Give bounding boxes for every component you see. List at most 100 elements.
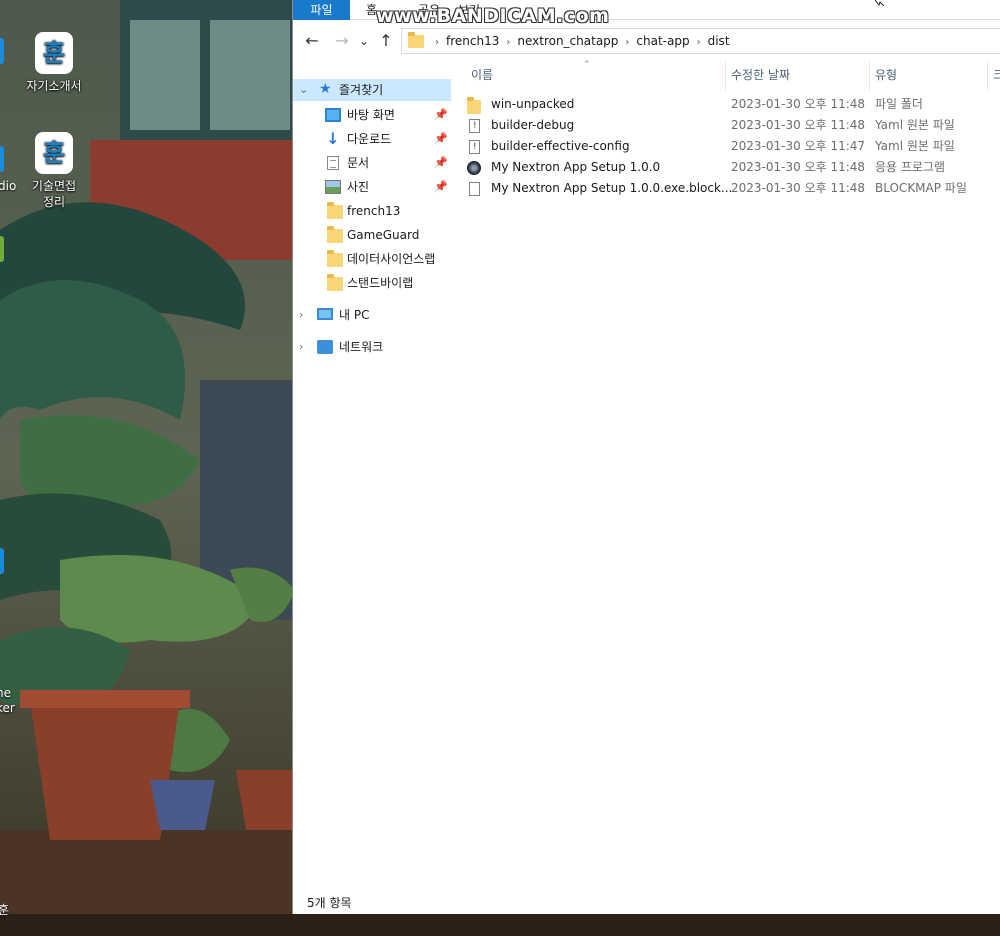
- folder-icon: [327, 274, 343, 291]
- picture-icon: [325, 180, 341, 194]
- nav-item-folder[interactable]: 데이터사이언스랩: [293, 248, 453, 270]
- star-icon: ★: [319, 81, 332, 97]
- blockmap-file-icon: [469, 182, 480, 196]
- status-item-count: 5개 항목: [307, 896, 352, 910]
- nav-item-label: GameGuard: [347, 228, 420, 242]
- desktop-shortcut[interactable]: 훈 자기소개서: [14, 32, 94, 94]
- download-icon: ↓: [326, 129, 340, 148]
- column-header-name[interactable]: 이름: [471, 66, 493, 84]
- folder-icon: [408, 32, 424, 48]
- file-date: 2023-01-30 오후 11:48: [731, 160, 866, 174]
- file-row[interactable]: builder-effective-config 2023-01-30 오후 1…: [463, 136, 1000, 158]
- pin-icon[interactable]: 📌: [434, 152, 448, 174]
- yaml-file-icon: [469, 137, 480, 158]
- breadcrumb: › french13 › nextron_chatapp › chat-app › dist: [428, 29, 730, 53]
- breadcrumb-item[interactable]: chat-app: [636, 34, 689, 48]
- folder-icon: [327, 250, 343, 267]
- nav-item-label: 문서: [347, 156, 370, 170]
- up-arrow-icon[interactable]: ↑: [375, 30, 397, 52]
- yaml-file-icon: [469, 116, 480, 137]
- file-name: win-unpacked: [491, 97, 575, 111]
- desktop-label-fragment: 훈: [0, 903, 10, 917]
- recent-locations-chevron-icon[interactable]: ⌄: [353, 30, 375, 52]
- folder-icon: [327, 226, 343, 243]
- nav-item-label: french13: [347, 204, 401, 218]
- file-type: Yaml 원본 파일: [875, 118, 955, 132]
- chevron-right-icon[interactable]: ›: [299, 304, 303, 326]
- file-type: Yaml 원본 파일: [875, 139, 955, 153]
- desktop-label-fragment: dio: [0, 179, 17, 193]
- file-row[interactable]: My Nextron App Setup 1.0.0 2023-01-30 오후…: [463, 157, 1000, 178]
- navigation-bar: ← → ⌄ ↑ › french13 › nextron_chatapp › chat-a…: [293, 26, 1000, 56]
- file-date: 2023-01-30 오후 11:47: [731, 139, 866, 153]
- nav-item-desktop[interactable]: 바탕 화면 📌: [293, 104, 453, 126]
- chevron-down-icon[interactable]: ⌄: [299, 79, 308, 101]
- network-icon: [317, 340, 333, 354]
- nav-this-pc-label: 내 PC: [339, 308, 370, 322]
- file-type: 응용 프로그램: [875, 160, 946, 174]
- file-name: My Nextron App Setup 1.0.0: [491, 160, 661, 174]
- desktop-icon-fragment: [0, 38, 4, 64]
- tab-file[interactable]: 파일: [293, 0, 350, 20]
- forward-arrow-icon[interactable]: →: [331, 30, 353, 52]
- nav-item-label: 데이터사이언스랩: [347, 252, 436, 266]
- pin-icon[interactable]: 📌: [434, 176, 448, 198]
- document-icon: [327, 156, 339, 170]
- column-divider[interactable]: [869, 62, 870, 90]
- column-divider[interactable]: [987, 62, 988, 90]
- nav-item-label: 사진: [347, 180, 370, 194]
- hangul-document-icon: 훈: [35, 32, 73, 74]
- desktop-shortcut[interactable]: 훈 기술면접 정리: [14, 132, 94, 210]
- desktop-icon: [325, 108, 341, 122]
- nav-item-pictures[interactable]: 사진 📌: [293, 176, 453, 198]
- desktop-shortcut-label: 기술면접 정리: [31, 179, 77, 209]
- nav-item-documents[interactable]: 문서 📌: [293, 152, 453, 174]
- pin-icon[interactable]: 📌: [434, 104, 448, 126]
- breadcrumb-separator[interactable]: ›: [506, 37, 510, 48]
- file-name: builder-effective-config: [491, 139, 630, 153]
- chevron-right-icon[interactable]: ›: [299, 336, 303, 358]
- desktop-icon-fragment: [0, 236, 4, 262]
- pin-icon[interactable]: 📌: [434, 128, 448, 150]
- breadcrumb-separator[interactable]: ›: [697, 37, 701, 48]
- file-date: 2023-01-30 오후 11:48: [731, 181, 866, 195]
- file-row[interactable]: win-unpacked 2023-01-30 오후 11:48 파일 폴더: [463, 94, 1000, 115]
- nav-item-label: 바탕 화면: [347, 108, 395, 122]
- file-name: My Nextron App Setup 1.0.0.exe.block...: [491, 181, 733, 195]
- nav-item-label: 스탠드바이랩: [347, 276, 414, 290]
- column-header-type[interactable]: 유형: [875, 66, 897, 84]
- back-arrow-icon[interactable]: ←: [301, 30, 323, 52]
- file-date: 2023-01-30 오후 11:48: [731, 97, 866, 111]
- desktop-icon-fragment: [0, 146, 4, 172]
- desktop-shortcut-label: 자기소개서: [26, 79, 82, 93]
- sort-ascending-icon: ⌃: [583, 60, 591, 70]
- desktop-label-fragment: ne: [0, 686, 11, 700]
- file-row[interactable]: builder-debug 2023-01-30 오후 11:48 Yaml 원…: [463, 115, 1000, 137]
- column-divider[interactable]: [725, 62, 726, 90]
- column-header-size[interactable]: 크: [993, 66, 1000, 84]
- desktop-label-fragment: ker: [0, 701, 15, 715]
- nav-item-label: 다운로드: [347, 132, 392, 146]
- application-icon: [467, 161, 481, 175]
- recording-watermark: www.BANDICAM.com: [376, 5, 610, 27]
- file-explorer-window: 파일 홈 공유 보기 ← → ⌄ ↑ › french13 › nextron_cha…: [292, 0, 1000, 914]
- file-date: 2023-01-30 오후 11:48: [731, 118, 866, 132]
- breadcrumb-separator: ›: [435, 37, 439, 48]
- desktop-icon-fragment: [0, 548, 4, 574]
- mouse-cursor-icon: [875, 0, 885, 6]
- breadcrumb-item[interactable]: nextron_chatapp: [517, 34, 618, 48]
- nav-quick-access[interactable]: ⌄ ★ 즐겨찾기: [293, 79, 451, 101]
- hangul-document-icon: 훈: [35, 132, 73, 174]
- file-name: builder-debug: [491, 118, 575, 132]
- file-type: BLOCKMAP 파일: [875, 181, 967, 195]
- navigation-pane: ⌄ ★ 즐겨찾기 바탕 화면 📌 ↓ 다운로드 📌 문서 📌 사진 📌 fren…: [293, 72, 453, 882]
- column-header-date[interactable]: 수정한 날짜: [731, 66, 790, 84]
- folder-icon: [467, 97, 481, 114]
- nav-network-label: 네트워크: [339, 340, 384, 354]
- breadcrumb-separator[interactable]: ›: [625, 37, 629, 48]
- file-row[interactable]: My Nextron App Setup 1.0.0.exe.block... …: [463, 178, 1000, 199]
- breadcrumb-item[interactable]: dist: [708, 34, 730, 48]
- address-bar[interactable]: › french13 › nextron_chatapp › chat-app › dist: [401, 28, 1000, 54]
- nav-item-downloads[interactable]: ↓ 다운로드 📌: [293, 128, 453, 150]
- breadcrumb-item[interactable]: french13: [446, 34, 499, 48]
